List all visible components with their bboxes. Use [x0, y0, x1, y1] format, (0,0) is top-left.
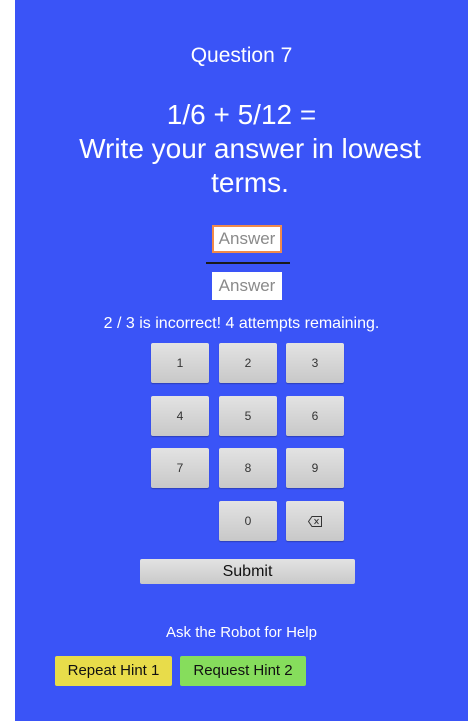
key-9[interactable]: 9	[286, 448, 344, 488]
denominator-input[interactable]: Answer	[212, 272, 282, 300]
repeat-hint-button[interactable]: Repeat Hint 1	[55, 656, 172, 686]
request-hint-button[interactable]: Request Hint 2	[180, 656, 306, 686]
tutor-screen: Question 7 1/6 + 5/12 = Write your answe…	[15, 0, 468, 721]
backspace-key[interactable]	[286, 501, 344, 541]
key-8[interactable]: 8	[219, 448, 277, 488]
key-0[interactable]: 0	[219, 501, 277, 541]
backspace-icon	[308, 515, 322, 527]
instruction-text: Write your answer in lowest terms.	[79, 133, 421, 198]
key-6[interactable]: 6	[286, 396, 344, 436]
key-2[interactable]: 2	[219, 343, 277, 383]
key-1[interactable]: 1	[151, 343, 209, 383]
submit-button[interactable]: Submit	[140, 559, 355, 584]
key-5[interactable]: 5	[219, 396, 277, 436]
problem-text: 1/6 + 5/12 =	[166, 99, 317, 130]
numerator-input[interactable]: Answer	[212, 225, 282, 253]
key-4[interactable]: 4	[151, 396, 209, 436]
key-7[interactable]: 7	[151, 448, 209, 488]
feedback-message: 2 / 3 is incorrect! 4 attempts remaining…	[103, 315, 380, 332]
question-label: Question 7	[190, 44, 293, 67]
key-3[interactable]: 3	[286, 343, 344, 383]
fraction-bar	[206, 262, 290, 264]
help-label: Ask the Robot for Help	[166, 624, 317, 641]
